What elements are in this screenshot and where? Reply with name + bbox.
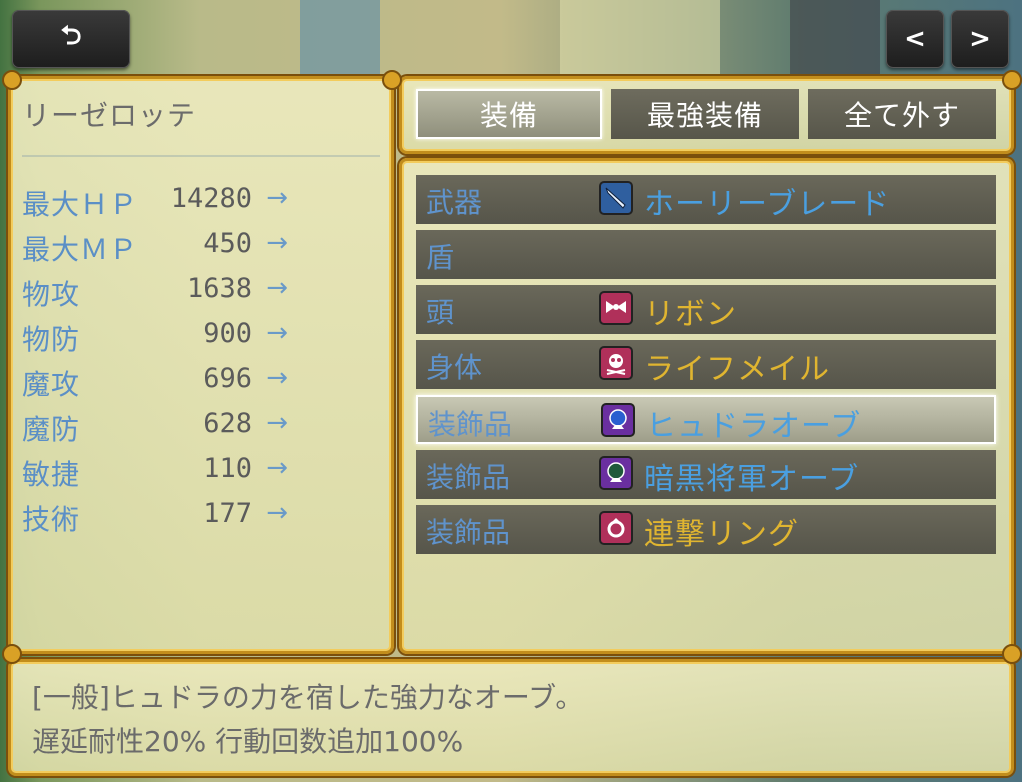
equipped-item-name: 暗黒将軍オーブ (644, 462, 860, 497)
slot-type-label: 身体 (426, 351, 483, 384)
arrow-right-icon: → (266, 453, 288, 483)
stat-label: 最大ＭＰ (22, 233, 139, 266)
item-description: [一般]ヒュドラの力を宿した強力なオーブ。 (32, 681, 584, 714)
chevron-left-icon: < (904, 24, 926, 54)
clear-command-button[interactable]: 全て外す (808, 89, 996, 139)
stat-label: 魔攻 (22, 368, 81, 401)
frame-corner-ornament (2, 70, 22, 90)
slot-row-body[interactable]: 身体 ライフメイル (416, 340, 996, 389)
arrow-right-icon: → (266, 363, 288, 393)
slot-row-weapon[interactable]: 武器 ホーリーブレード (416, 175, 996, 224)
background-scene (300, 0, 380, 75)
equipped-item-name: 連撃リング (644, 517, 799, 552)
slot-type-label: 盾 (426, 241, 455, 274)
blue-orb-icon (601, 403, 635, 437)
equipped-item-name: ホーリーブレード (644, 187, 891, 222)
stat-row: 物防 900 → (22, 318, 292, 358)
stat-value: 900 (203, 318, 252, 349)
stat-value: 110 (203, 453, 252, 484)
chevron-right-icon: > (969, 24, 991, 54)
stat-row: 敏捷 110 → (22, 453, 292, 493)
back-button[interactable]: ⮌ (12, 10, 130, 68)
stat-label: 技術 (22, 503, 81, 536)
back-arrow-icon: ⮌ (60, 21, 82, 51)
stat-value: 177 (203, 498, 252, 529)
stat-label: 物防 (22, 323, 81, 356)
slot-row-accessory-2[interactable]: 装飾品 暗黒将軍オーブ (416, 450, 996, 499)
stat-label: 魔防 (22, 413, 81, 446)
arrow-right-icon: → (266, 183, 288, 213)
slot-type-label: 装飾品 (428, 408, 513, 441)
stat-row: 技術 177 → (22, 498, 292, 538)
frame-corner-ornament (2, 644, 22, 664)
stat-label: 物攻 (22, 278, 81, 311)
equipped-item-name: リボン (644, 297, 737, 332)
slot-type-label: 武器 (426, 186, 483, 219)
ring-icon (599, 511, 633, 545)
stat-value: 628 (203, 408, 252, 439)
stat-row: 物攻 1638 → (22, 273, 292, 313)
stat-value: 1638 (186, 273, 252, 304)
arrow-right-icon: → (266, 318, 288, 348)
stat-label: 敏捷 (22, 458, 81, 491)
arrow-right-icon: → (266, 228, 288, 258)
equipped-item-name: ヒュドラオーブ (646, 409, 862, 444)
stat-value: 696 (203, 363, 252, 394)
stat-row: 最大ＨＰ 14280 → (22, 183, 292, 223)
background-scene (790, 0, 880, 75)
equipped-item-name: ライフメイル (644, 352, 830, 387)
slot-row-accessory-1[interactable]: 装飾品 ヒュドラオーブ (416, 395, 996, 444)
stat-label: 最大ＨＰ (22, 188, 139, 221)
green-orb-icon (599, 456, 633, 490)
arrow-right-icon: → (266, 498, 288, 528)
divider (22, 155, 380, 157)
prev-actor-button[interactable]: < (886, 10, 944, 68)
equip-command-button[interactable]: 装備 (416, 89, 602, 139)
stat-row: 魔攻 696 → (22, 363, 292, 403)
stat-row: 魔防 628 → (22, 408, 292, 448)
arrow-right-icon: → (266, 408, 288, 438)
background-scene (560, 0, 720, 75)
item-effects: 遅延耐性20% 行動回数追加100% (32, 725, 464, 758)
slot-type-label: 頭 (426, 296, 455, 329)
stat-row: 最大ＭＰ 450 → (22, 228, 292, 268)
stat-value: 14280 (170, 183, 252, 214)
actor-name: リーゼロッテ (22, 99, 197, 132)
sword-icon (599, 181, 633, 215)
stat-value: 450 (203, 228, 252, 259)
arrow-right-icon: → (266, 273, 288, 303)
frame-corner-ornament (382, 70, 402, 90)
slot-row-head[interactable]: 頭 リボン (416, 285, 996, 334)
skull-armor-icon (599, 346, 633, 380)
frame-corner-ornament (1002, 644, 1022, 664)
slot-type-label: 装飾品 (426, 516, 511, 549)
slot-row-accessory-3[interactable]: 装飾品 連撃リング (416, 505, 996, 554)
ribbon-icon (599, 291, 633, 325)
frame-corner-ornament (1002, 70, 1022, 90)
slot-row-shield[interactable]: 盾 (416, 230, 996, 279)
next-actor-button[interactable]: > (951, 10, 1009, 68)
slot-type-label: 装飾品 (426, 461, 511, 494)
optimize-command-button[interactable]: 最強装備 (611, 89, 799, 139)
